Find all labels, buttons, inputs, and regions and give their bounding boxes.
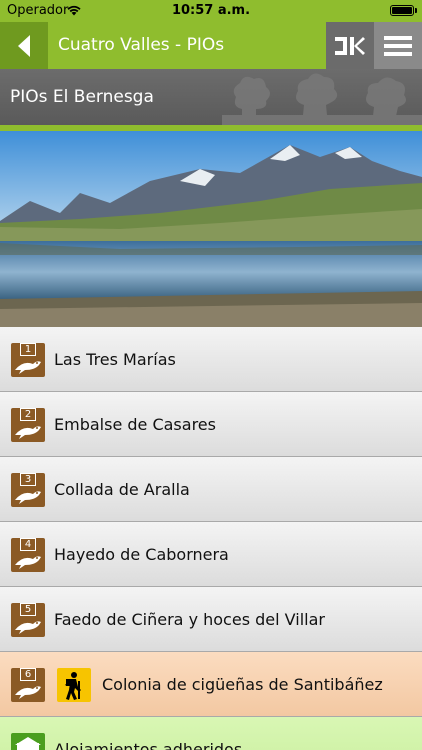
list-item[interactable]: 3 Collada de Aralla xyxy=(0,457,422,522)
clock: 10:57 a.m. xyxy=(171,3,251,18)
poi-list: 1 Las Tres Marías 2 Embalse de Casares 3… xyxy=(0,327,422,750)
brand-logo-icon xyxy=(335,36,365,55)
bird-watching-icon: 4 xyxy=(11,538,45,572)
poi-number: 2 xyxy=(20,408,36,421)
bird-watching-icon: 3 xyxy=(11,473,45,507)
bird-watching-icon: 6 xyxy=(11,668,45,702)
battery-tip xyxy=(415,8,417,13)
poi-label: Las Tres Marías xyxy=(54,350,176,369)
poi-label: Collada de Aralla xyxy=(54,480,190,499)
poi-label: Hayedo de Cabornera xyxy=(54,545,229,564)
poi-number: 1 xyxy=(20,343,36,356)
list-item[interactable]: 4 Hayedo de Cabornera xyxy=(0,522,422,587)
battery-icon xyxy=(390,5,414,16)
poi-number: 4 xyxy=(20,538,36,551)
list-item[interactable]: 1 Las Tres Marías xyxy=(0,327,422,392)
poi-label: Embalse de Casares xyxy=(54,415,216,434)
list-item[interactable]: 5 Faedo de Ciñera y hoces del Villar xyxy=(0,587,422,652)
nav-title: Cuatro Valles - PIOs xyxy=(58,35,225,55)
poi-number: 6 xyxy=(20,668,36,681)
back-arrow-icon xyxy=(18,34,30,57)
poi-number: 3 xyxy=(20,473,36,486)
section-title: PIOs El Bernesga xyxy=(10,87,154,107)
hiker-icon xyxy=(57,668,91,702)
bird-watching-icon: 1 xyxy=(11,343,45,377)
hero-landscape-image xyxy=(0,131,422,327)
hamburger-menu-icon xyxy=(384,32,412,60)
navigation-bar: Cuatro Valles - PIOs xyxy=(0,22,422,69)
poi-label: Alojamientos adheridos xyxy=(54,740,243,750)
poi-number: 5 xyxy=(20,603,36,616)
lodging-icon xyxy=(11,733,45,750)
back-button[interactable] xyxy=(0,22,48,69)
bird-watching-icon: 2 xyxy=(11,408,45,442)
list-item[interactable]: 2 Embalse de Casares xyxy=(0,392,422,457)
list-item-lodging[interactable]: Alojamientos adheridos xyxy=(0,717,422,750)
poi-label: Faedo de Ciñera y hoces del Villar xyxy=(54,610,325,629)
bird-watching-icon: 5 xyxy=(11,603,45,637)
list-item-selected[interactable]: 6 Colonia de cigüeñas de Santibáñez xyxy=(0,652,422,717)
menu-button[interactable] xyxy=(374,22,422,69)
brand-logo-button[interactable] xyxy=(326,22,374,69)
status-bar: Operador 10:57 a.m. xyxy=(0,0,422,22)
trees-decoration-icon xyxy=(222,73,422,125)
section-header: PIOs El Bernesga xyxy=(0,69,422,125)
poi-label: Colonia de cigüeñas de Santibáñez xyxy=(102,675,383,694)
